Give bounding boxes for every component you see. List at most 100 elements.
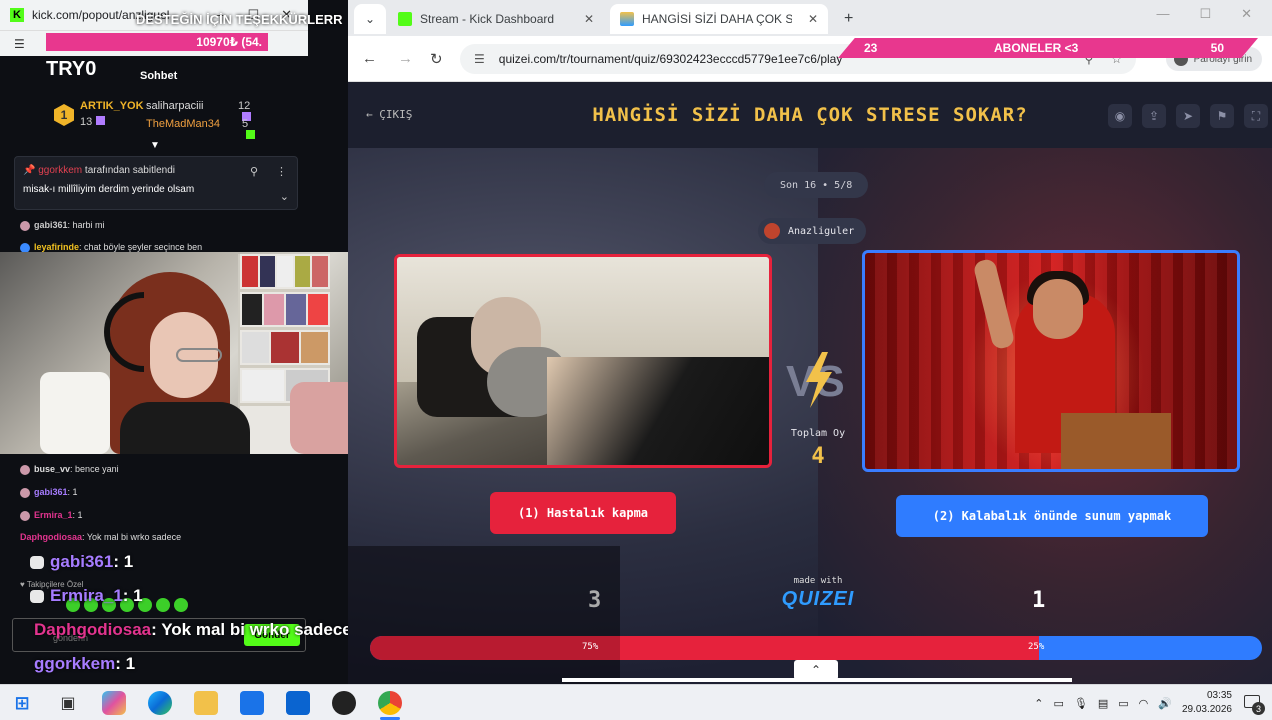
battery-icon[interactable]: ▭ [1118,697,1128,710]
maximize-icon[interactable]: ☐ [1199,6,1211,22]
option-2-percent: 25% [1028,642,1045,652]
donation-goal-bar: 10970₺ (54. [46,33,268,51]
total-votes-label: Toplam Oy [790,428,846,439]
leader-name[interactable]: ARTIK_YOK [80,100,144,112]
chat-message: gabi361: harbi mi [20,220,105,231]
cat-emote-icon [30,556,44,570]
kick-icon: K [10,8,24,22]
streamer-body [120,402,250,454]
scroll-indicator [562,678,1072,682]
leader-count: 13 [80,116,106,128]
header-actions: ◉ ⇪ ➤ ⚑ ⛶ [1108,104,1268,128]
outlook-icon[interactable] [286,691,310,715]
edge-icon[interactable] [148,691,172,715]
send-icon[interactable]: ➤ [1176,104,1200,128]
window-controls: — ☐ ✕ [1156,6,1272,22]
pinned-message: 📌 ggorkkem tarafından sabitlendi misak-ı… [14,156,298,210]
reload-icon[interactable]: ↻ [430,50,443,68]
new-tab-button[interactable]: + [834,4,862,34]
made-with-label: made with [793,576,843,586]
flag-icon[interactable]: ⚑ [1210,104,1234,128]
emote-icon[interactable] [174,598,188,612]
leaderboard-row[interactable]: TheMadMan34 5 [146,118,255,139]
fullscreen-icon[interactable]: ⛶ [1244,104,1268,128]
author-badge[interactable]: Anazliguler [758,218,867,244]
site-info-icon[interactable]: ☰ [474,52,485,66]
overlay-chat-line: Daphgodiosaa: Yok mal bi wrko sadece [34,620,348,639]
tab-kick-dashboard[interactable]: Stream - Kick Dashboard ✕ [388,4,604,34]
share-icon[interactable]: ⇪ [1142,104,1166,128]
eye-icon[interactable]: ◉ [1108,104,1132,128]
close-tab-icon[interactable]: ✕ [808,12,818,26]
back-icon[interactable]: ← [362,50,377,67]
tab-title: HANGİSİ SİZİ DAHA ÇOK STRES [642,12,792,26]
kick-icon [398,12,412,26]
kick-chat-popout: K kick.com/popout/anzliguel — ☐ ✕ ☰ DEST… [0,0,348,684]
volume-icon[interactable]: 🔊 [1158,697,1172,710]
leaderboard-count: 5 [242,118,255,142]
copilot-icon[interactable] [102,691,126,715]
performer-head [1033,279,1083,339]
close-tab-icon[interactable]: ✕ [584,12,594,26]
result-bar: 75% 25% [370,636,1262,660]
quizei-icon [620,12,634,26]
option-1-button[interactable]: (1) Hastalık kapma [490,492,676,534]
vs-icon: VS [786,352,845,408]
wifi-icon[interactable]: ◠ [1139,697,1149,710]
gift-icon [96,116,106,125]
tab-search-button[interactable]: ⌄ [354,4,386,34]
chat-tab-label[interactable]: Sohbet [140,70,177,82]
meet-now-icon[interactable]: ▭ [1053,697,1063,710]
system-tray: ⌃ ▭ 🎙 ▤ ▭ ◠ 🔊 03:35 29.03.2026 3 [1034,685,1265,720]
overlay-shadow [348,546,620,684]
emote-icon[interactable] [156,598,170,612]
file-explorer-icon[interactable] [194,691,218,715]
chair [40,372,110,454]
quiz-page: ← ÇIKIŞ HANGİSİ SİZİ DAHA ÇOK STRESE SOK… [348,82,1272,684]
clock[interactable]: 03:35 29.03.2026 [1182,689,1232,717]
glasses [176,348,222,362]
notification-icon[interactable]: 3 [1242,692,1265,715]
taskbar: ⊞ ▣ ⌃ ▭ 🎙 ▤ ▭ ◠ 🔊 03:35 29.03.2026 3 [0,684,1272,720]
rank-badge: 1 [54,104,74,126]
forward-icon[interactable]: → [398,50,413,67]
tab-quiz[interactable]: HANGİSİ SİZİ DAHA ÇOK STRES ✕ [610,4,828,34]
chevron-up-icon[interactable]: ⌃ [1034,697,1043,710]
tab-title: Stream - Kick Dashboard [420,12,555,26]
store-icon[interactable] [240,691,264,715]
overlay-chat-line: gabi361: 1 [30,552,133,572]
close-icon[interactable]: ✕ [1241,6,1252,22]
usb-icon[interactable]: ▤ [1098,697,1108,710]
windows-start-icon[interactable]: ⊞ [10,691,34,715]
clock-time: 03:35 [1206,690,1232,701]
chat-message: Ermira_1: 1 [20,510,83,521]
site-settings-icon[interactable]: ☰ [14,37,25,51]
chrome-icon[interactable] [378,691,402,715]
pin-actions: ⚲ ⋮ [250,165,287,178]
cat-emote-icon [30,590,44,604]
pin-icon[interactable]: ⚲ [250,165,258,178]
option-2-button[interactable]: (2) Kalabalık önünde sunum yapmak [896,495,1208,537]
minimize-icon[interactable]: — [1156,6,1169,22]
browser-window: ⌄ Stream - Kick Dashboard ✕ HANGİSİ SİZİ… [348,0,1272,684]
address-url: quizei.com/tr/tournament/quiz/69302423ec… [498,52,843,66]
quizei-logo[interactable]: QUIZEI [348,588,1272,611]
leaderboard-row[interactable]: saliharpaciii 12 [146,100,251,121]
option-1-percent: 75% [582,642,599,652]
gift-leaderboard: 1 ARTIK_YOK 13 saliharpaciii 12 TheMadMa… [50,96,310,139]
collapse-icon[interactable]: ▼ [150,140,160,151]
notification-count: 3 [1252,702,1265,715]
microphone-icon[interactable]: 🎙 [1074,697,1088,710]
obs-icon[interactable] [332,691,356,715]
task-view-icon[interactable]: ▣ [56,691,80,715]
overlay-chat-line: Ermira_1: 1 [30,586,143,606]
chevron-down-icon[interactable]: ⌄ [280,190,289,203]
thanks-overlay: DESTEĞİN İÇİN TEŞEKKÜRLERR [136,12,343,27]
avatar [20,510,30,521]
sub-goal-label: ABONELER <3 [994,41,1079,55]
chat-message: Daphgodiosaa: Yok mal bi wrko sadece [20,532,182,542]
chat-message: buse_vv: bence yani [20,464,119,475]
more-icon[interactable]: ⋮ [276,165,287,178]
scroll-up-button[interactable]: ⌃ [794,660,838,680]
leaderboard-user: TheMadMan34 [146,118,220,130]
